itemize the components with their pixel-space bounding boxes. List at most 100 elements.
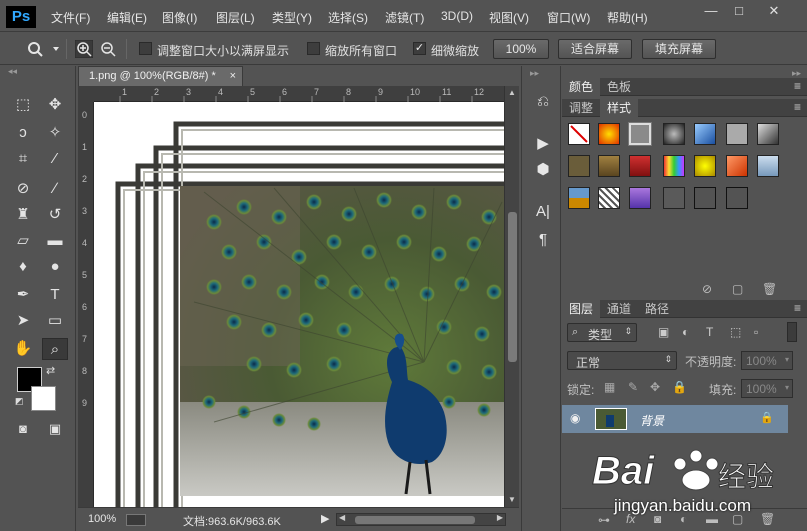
visibility-eye-icon[interactable]: ◉ bbox=[570, 411, 580, 425]
filter-toggle[interactable] bbox=[787, 322, 797, 342]
style-swatch[interactable] bbox=[726, 187, 748, 209]
tab-paths[interactable]: 路径 bbox=[638, 300, 676, 318]
status-menu-arrow-icon[interactable]: ▶ bbox=[321, 512, 329, 525]
style-swatch[interactable] bbox=[726, 155, 748, 177]
menu-file[interactable]: 文件(F) bbox=[51, 9, 90, 26]
actual-pixels-button[interactable]: 100% bbox=[493, 39, 549, 59]
eraser-tool-icon[interactable]: ▱ bbox=[10, 230, 36, 252]
zoom-out-icon[interactable] bbox=[99, 40, 117, 58]
style-swatch[interactable] bbox=[663, 155, 685, 177]
actions-panel-icon[interactable]: ▶ bbox=[532, 134, 554, 154]
tab-channels[interactable]: 通道 bbox=[600, 300, 638, 318]
dodge-tool-icon[interactable]: ● bbox=[42, 256, 68, 278]
screen-mode-icon[interactable]: ▣ bbox=[42, 418, 68, 440]
swap-colors-icon[interactable]: ⇄ bbox=[46, 364, 55, 377]
lock-image-icon[interactable]: ✎ bbox=[628, 380, 638, 394]
tab-adjustments[interactable]: 调整 bbox=[562, 99, 600, 117]
style-swatch[interactable] bbox=[598, 187, 620, 209]
vertical-scrollbar[interactable]: ▲ ▼ bbox=[504, 86, 519, 507]
paragraph-panel-icon[interactable]: ¶ bbox=[532, 230, 554, 250]
fit-screen-button[interactable]: 适合屏幕 bbox=[558, 39, 632, 59]
3d-panel-icon[interactable]: ⬢ bbox=[532, 160, 554, 180]
style-swatch[interactable] bbox=[663, 123, 685, 145]
scroll-up-icon[interactable]: ▲ bbox=[508, 88, 516, 97]
style-swatch[interactable] bbox=[568, 155, 590, 177]
horizontal-scrollbar[interactable]: ◀ ▶ bbox=[336, 513, 506, 526]
tab-styles[interactable]: 样式 bbox=[600, 99, 639, 117]
scroll-left-icon[interactable]: ◀ bbox=[339, 513, 345, 522]
opacity-input[interactable]: 100% ▾ bbox=[741, 351, 793, 370]
menu-help[interactable]: 帮助(H) bbox=[607, 9, 648, 26]
zoom-tool-preset-icon[interactable] bbox=[26, 41, 60, 57]
rectangle-tool-icon[interactable]: ▭ bbox=[42, 310, 68, 332]
marquee-tool-icon[interactable]: ⬚ bbox=[10, 94, 36, 116]
delete-style-icon[interactable]: 🗑 bbox=[762, 282, 777, 296]
scroll-right-icon[interactable]: ▶ bbox=[497, 513, 503, 522]
scrubby-zoom-checkbox[interactable]: ✓ bbox=[413, 42, 426, 55]
zoom-in-icon[interactable] bbox=[75, 40, 93, 58]
menu-edit[interactable]: 编辑(E) bbox=[107, 9, 147, 26]
minimize-button[interactable]: — bbox=[697, 2, 725, 20]
style-swatch[interactable] bbox=[568, 187, 590, 209]
history-panel-icon[interactable]: ⎌ bbox=[532, 92, 554, 112]
maximize-button[interactable]: □ bbox=[725, 2, 753, 20]
magic-wand-tool-icon[interactable]: ✧ bbox=[42, 122, 68, 144]
character-panel-icon[interactable]: A| bbox=[532, 202, 554, 222]
clear-style-icon[interactable]: ⊘ bbox=[702, 282, 712, 296]
style-swatch[interactable] bbox=[629, 187, 651, 209]
fill-screen-button[interactable]: 填充屏幕 bbox=[642, 39, 716, 59]
menu-select[interactable]: 选择(S) bbox=[328, 9, 368, 26]
filter-smart-object-icon[interactable]: ▫ bbox=[754, 325, 758, 339]
filter-shape-icon[interactable]: ⬚ bbox=[730, 325, 741, 339]
eyedropper-tool-icon[interactable]: ⁄ bbox=[42, 148, 68, 170]
style-swatch[interactable] bbox=[598, 155, 620, 177]
hand-tool-icon[interactable]: ✋ bbox=[10, 338, 36, 360]
tab-color[interactable]: 颜色 bbox=[562, 78, 601, 96]
background-color-swatch[interactable] bbox=[31, 386, 56, 411]
menu-type[interactable]: 类型(Y) bbox=[272, 9, 312, 26]
scroll-down-icon[interactable]: ▼ bbox=[508, 495, 516, 504]
style-swatch[interactable] bbox=[694, 123, 716, 145]
close-button[interactable]: ✕ bbox=[760, 2, 788, 20]
style-swatch[interactable] bbox=[694, 187, 716, 209]
document-canvas[interactable] bbox=[94, 102, 504, 507]
fill-input[interactable]: 100% ▾ bbox=[741, 379, 793, 398]
filter-type-icon[interactable]: T bbox=[706, 325, 713, 339]
quick-mask-icon[interactable]: ◙ bbox=[10, 418, 36, 440]
lock-all-icon[interactable]: 🔒 bbox=[672, 380, 687, 394]
filter-pixel-icon[interactable]: ▣ bbox=[658, 325, 669, 339]
menu-view[interactable]: 视图(V) bbox=[489, 9, 529, 26]
menu-filter[interactable]: 滤镜(T) bbox=[385, 9, 424, 26]
tab-layers[interactable]: 图层 bbox=[562, 300, 601, 318]
close-document-icon[interactable]: × bbox=[230, 67, 236, 86]
style-swatch[interactable] bbox=[726, 123, 748, 145]
document-tab[interactable]: 1.png @ 100%(RGB/8#) * × bbox=[78, 66, 243, 86]
default-colors-icon[interactable]: ◩ bbox=[15, 396, 24, 407]
style-swatch[interactable] bbox=[663, 187, 685, 209]
menu-image[interactable]: 图像(I) bbox=[162, 9, 197, 26]
panel-menu-icon[interactable]: ≡ bbox=[794, 100, 801, 114]
move-tool-icon[interactable]: ✥ bbox=[42, 94, 68, 116]
layer-row[interactable]: ◉ 背景 🔒 bbox=[562, 405, 788, 433]
collapse-strip-icon[interactable]: ▸▸ bbox=[530, 68, 539, 79]
style-swatch[interactable] bbox=[629, 155, 651, 177]
panel-menu-icon[interactable]: ≡ bbox=[794, 301, 801, 315]
zoom-level[interactable]: 100% bbox=[88, 513, 116, 525]
clone-stamp-tool-icon[interactable]: ♜ bbox=[10, 204, 36, 226]
lock-transparent-icon[interactable]: ▦ bbox=[604, 380, 615, 394]
healing-brush-tool-icon[interactable]: ⊘ bbox=[10, 178, 36, 200]
new-style-icon[interactable]: ▢ bbox=[732, 282, 743, 296]
layer-filter-dropdown[interactable]: ⌕ 类型 ⇕ bbox=[567, 323, 637, 342]
menu-window[interactable]: 窗口(W) bbox=[547, 9, 590, 26]
lasso-tool-icon[interactable]: ↄ bbox=[10, 122, 36, 144]
style-swatch[interactable] bbox=[598, 123, 620, 145]
zoom-tool-icon[interactable]: ⌕ bbox=[42, 338, 68, 360]
gradient-tool-icon[interactable]: ▬ bbox=[42, 230, 68, 252]
lock-position-icon[interactable]: ✥ bbox=[650, 380, 660, 394]
path-selection-tool-icon[interactable]: ➤ bbox=[10, 310, 36, 332]
menu-3d[interactable]: 3D(D) bbox=[441, 9, 473, 23]
blend-mode-dropdown[interactable]: 正常 ⇕ bbox=[567, 351, 677, 370]
blur-tool-icon[interactable]: ♦ bbox=[10, 256, 36, 278]
history-brush-tool-icon[interactable]: ↺ bbox=[42, 204, 68, 226]
brush-tool-icon[interactable]: ∕ bbox=[42, 178, 68, 200]
